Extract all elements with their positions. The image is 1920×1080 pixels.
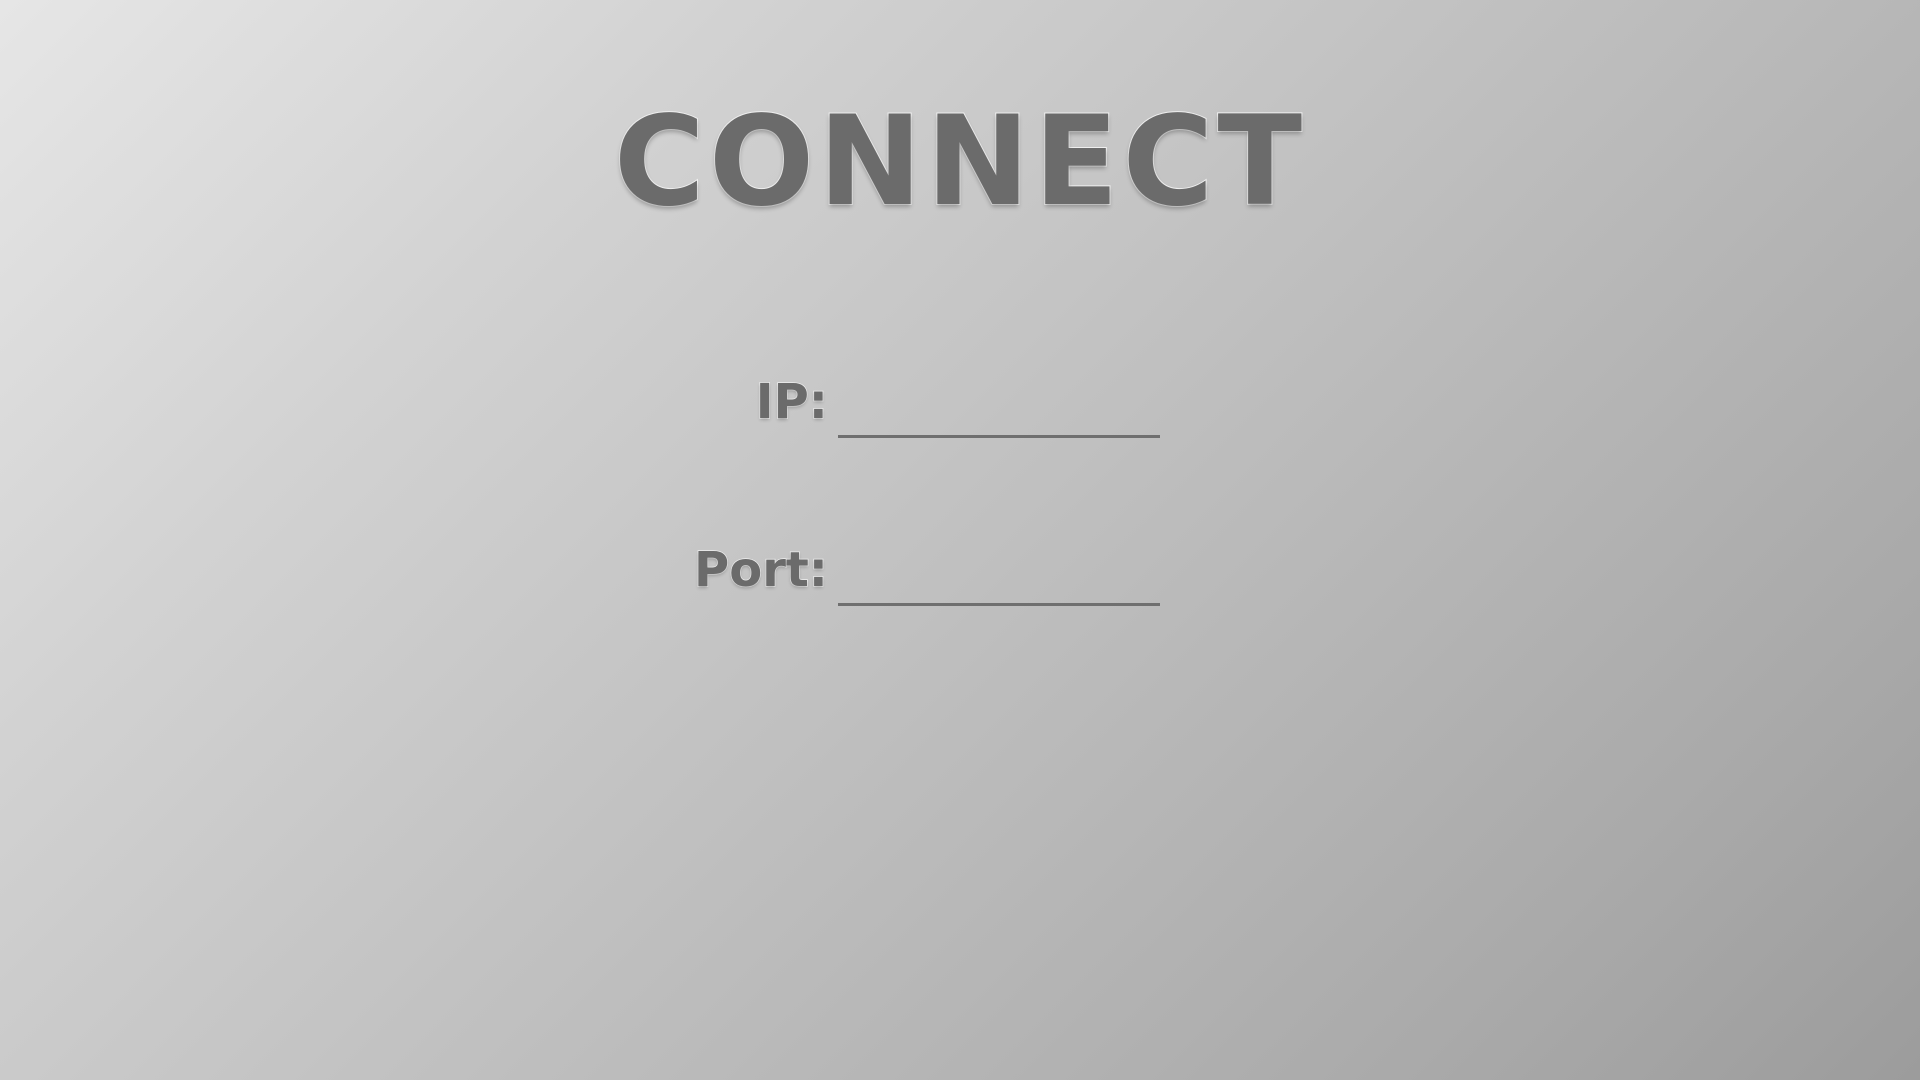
page-title: CONNECT (613, 90, 1307, 234)
port-field-row: Port: (0, 536, 1920, 606)
ip-input[interactable] (838, 394, 1160, 438)
ip-label: IP: (755, 373, 829, 431)
port-label: Port: (693, 541, 828, 599)
port-input[interactable] (838, 562, 1160, 606)
ip-field-row: IP: (0, 368, 1920, 438)
